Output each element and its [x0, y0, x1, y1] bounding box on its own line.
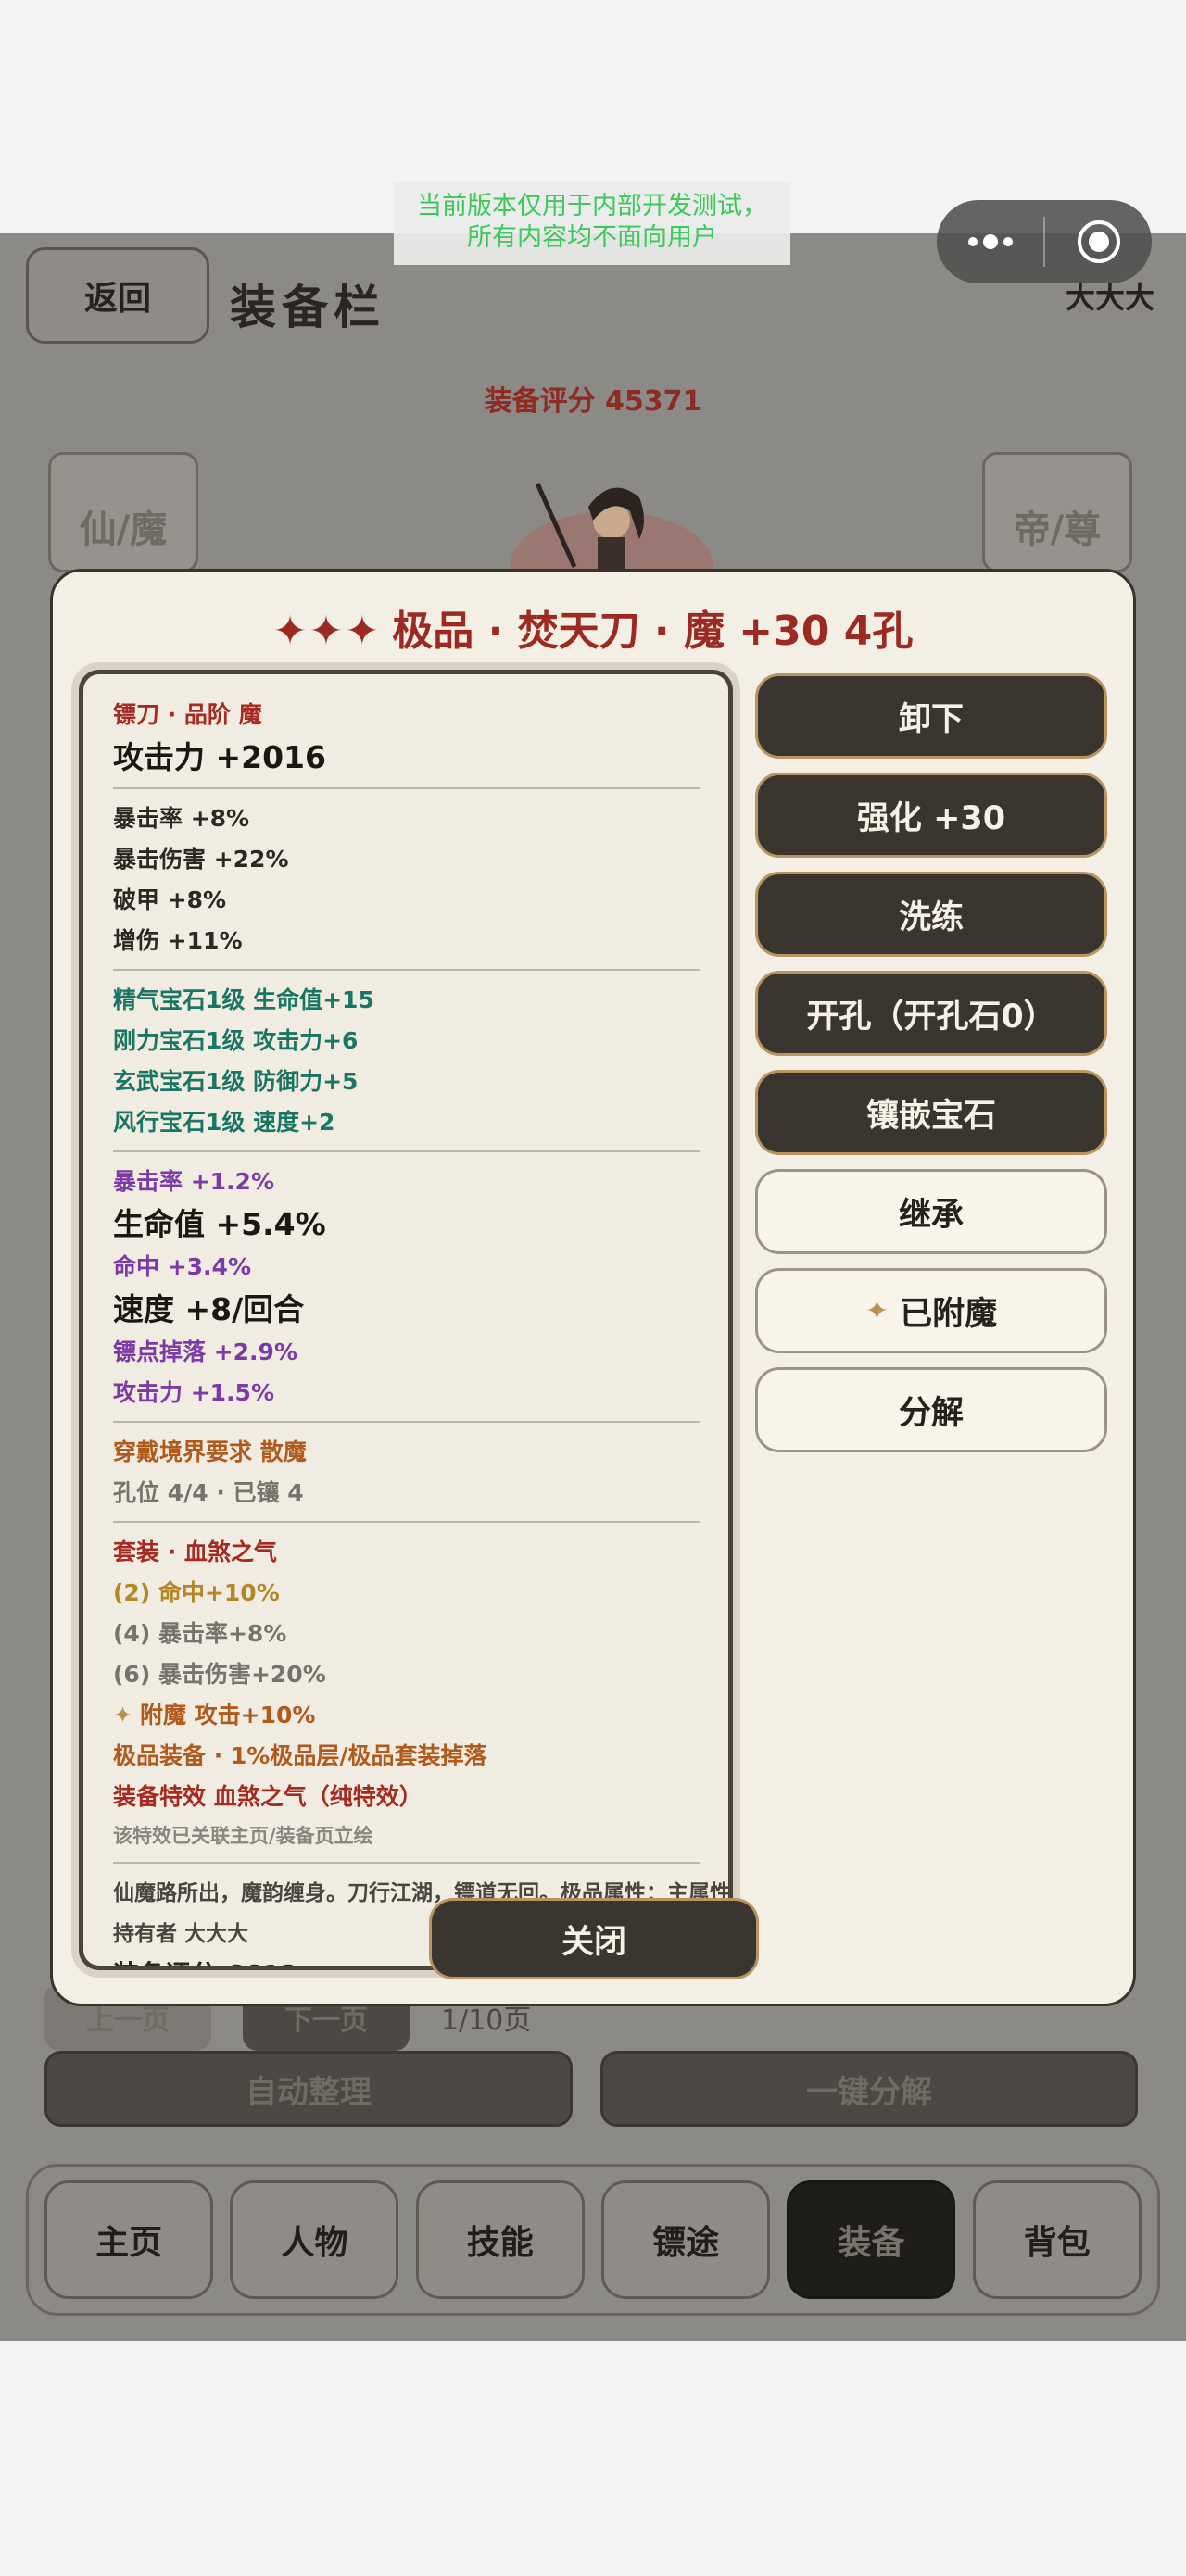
batch-decompose-button[interactable]: 一键分解 [600, 2051, 1138, 2127]
gem-stat: 风行宝石1级 速度+2 [113, 1109, 335, 1136]
back-button[interactable]: 返回 [26, 247, 209, 344]
nav-bag[interactable]: 背包 [972, 2180, 1142, 2299]
unequip-button[interactable]: 卸下 [755, 673, 1107, 759]
item-title: ✦✦✦ 极品 · 焚天刀 · 魔 +30 4孔 [53, 597, 1133, 657]
bottom-nav: 主页 人物 技能 镖途 装备 背包 [26, 2164, 1160, 2316]
item-name: 极品 · 焚天刀 · 魔 +30 4孔 [392, 608, 914, 655]
nav-home[interactable]: 主页 [44, 2180, 214, 2299]
slot-label: 仙/魔 [79, 509, 168, 551]
affix-stat: 攻击力 +1.5% [113, 1379, 274, 1406]
special-effect: 装备特效 血煞之气（纯特效） [113, 1783, 423, 1810]
realm-requirement: 穿戴境界要求 散魔 [113, 1439, 307, 1465]
equip-slot-left[interactable]: 仙/魔 [48, 452, 198, 572]
reforge-button[interactable]: 洗练 [755, 872, 1107, 957]
character-portrait [510, 482, 713, 585]
more-menu-button[interactable] [937, 234, 1043, 249]
nav-equipment[interactable]: 装备 [787, 2180, 956, 2299]
bulk-actions: 自动整理 一键分解 [44, 2051, 1138, 2127]
nav-character[interactable]: 人物 [230, 2180, 399, 2299]
page-title: 装备栏 [230, 281, 385, 334]
close-miniprogram-button[interactable] [1045, 220, 1152, 263]
affix-stat: 镖点掉落 +2.9% [113, 1338, 297, 1365]
affix-stat: 命中 +3.4% [113, 1253, 251, 1280]
dev-test-banner: 当前版本仅用于内部开发测试， 所有内容均不面向用户 [394, 182, 790, 265]
miniprogram-capsule [937, 200, 1152, 283]
equip-slot-right[interactable]: 帝/尊 [982, 452, 1132, 572]
slot-label: 帝/尊 [1013, 509, 1102, 551]
main-stat: 攻击力 +2016 [113, 739, 326, 775]
open-socket-button[interactable]: 开孔（开孔石0） [755, 971, 1107, 1056]
auto-sort-button[interactable]: 自动整理 [44, 2051, 573, 2127]
affix-stat: 暴击率 +1.2% [113, 1168, 274, 1195]
banner-line: 当前版本仅用于内部开发测试， [417, 192, 767, 220]
item-type: 镖刀 · 品阶 魔 [113, 701, 262, 728]
gem-stat: 刚力宝石1级 攻击力+6 [113, 1027, 359, 1054]
enchanted-label: 已附魔 [900, 1295, 998, 1333]
affix-stat: 生命值 +5.4% [113, 1206, 326, 1242]
quality-note: 极品装备 · 1%极品层/极品套装掉落 [113, 1742, 487, 1769]
base-stat: 增伤 +11% [113, 927, 243, 954]
gem-stat: 玄武宝石1级 防御力+5 [113, 1068, 359, 1095]
socket-info: 孔位 4/4 · 已镶 4 [113, 1479, 304, 1506]
inlay-gem-button[interactable]: 镶嵌宝石 [755, 1070, 1107, 1155]
close-button[interactable]: 关闭 [429, 1898, 759, 1979]
base-stat: 暴击率 +8% [113, 805, 250, 832]
spark-icon: ✦ [864, 1294, 890, 1327]
enchant-line: ✦ 附魔 攻击+10% [113, 1695, 700, 1736]
item-detail-modal: ✦✦✦ 极品 · 焚天刀 · 魔 +30 4孔 镖刀 · 品阶 魔 攻击力 +20… [50, 569, 1136, 2006]
inherit-button[interactable]: 继承 [755, 1169, 1107, 1254]
decompose-button[interactable]: 分解 [755, 1367, 1107, 1452]
item-actions: 卸下 强化 +30 洗练 开孔（开孔石0） 镶嵌宝石 继承 ✦ 已附魔 分解 [755, 673, 1109, 1466]
nav-skills[interactable]: 技能 [415, 2180, 585, 2299]
enchant-spark-icon: ✦ [113, 1702, 132, 1728]
gem-stat: 精气宝石1级 生命值+15 [113, 986, 374, 1013]
more-dots-icon [967, 234, 1013, 249]
nav-escort[interactable]: 镖途 [601, 2180, 771, 2299]
banner-line: 所有内容均不面向用户 [467, 223, 717, 252]
target-circle-icon [1077, 220, 1120, 263]
total-score: 装备评分 45371 [484, 385, 702, 418]
set-bonus: (2) 命中+10% [113, 1579, 280, 1606]
rarity-stars-icon: ✦✦✦ [272, 608, 382, 655]
affix-stat: 速度 +8/回合 [113, 1291, 305, 1327]
enhance-button[interactable]: 强化 +30 [755, 773, 1107, 858]
set-name: 套装 · 血煞之气 [113, 1539, 277, 1565]
enchanted-button[interactable]: ✦ 已附魔 [755, 1268, 1107, 1353]
enchant-text: 附魔 攻击+10% [139, 1702, 316, 1728]
base-stat: 暴击伤害 +22% [113, 846, 289, 873]
set-bonus: (4) 暴击率+8% [113, 1620, 287, 1647]
base-stat: 破甲 +8% [113, 886, 227, 913]
linked-note: 该特效已关联主页/装备页立绘 [113, 1825, 373, 1847]
set-bonus: (6) 暴击伤害+20% [113, 1661, 326, 1688]
item-stats-panel[interactable]: 镖刀 · 品阶 魔 攻击力 +2016 暴击率 +8% 暴击伤害 +22% 破甲… [79, 670, 733, 1970]
